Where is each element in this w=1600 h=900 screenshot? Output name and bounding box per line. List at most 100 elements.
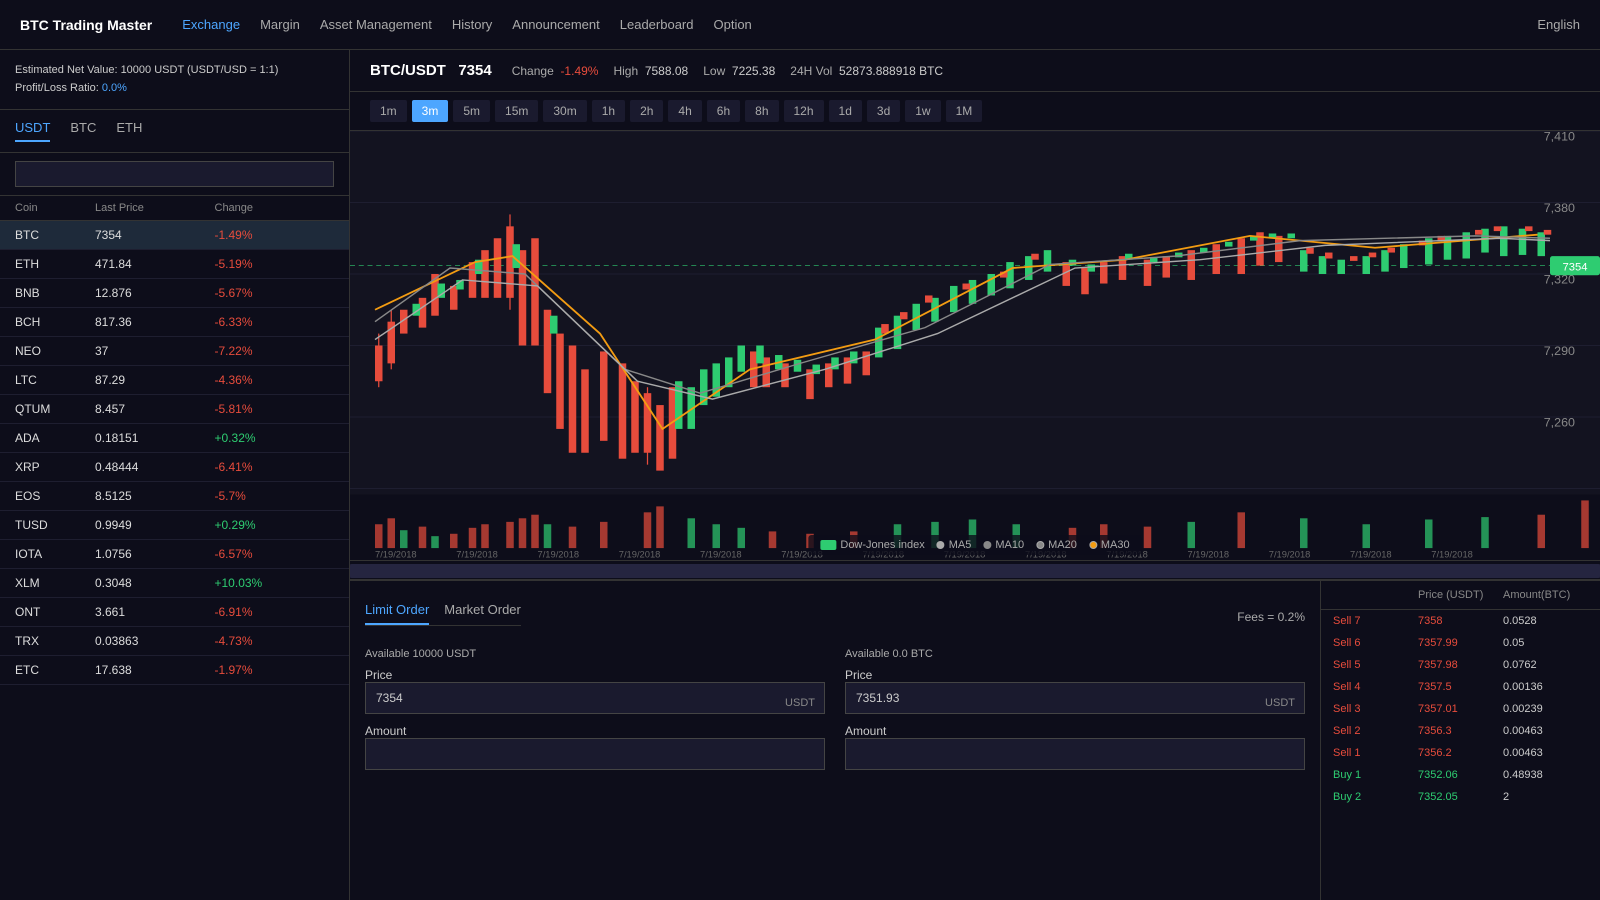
search-bar [0, 153, 349, 196]
tab-eth[interactable]: ETH [116, 120, 142, 142]
coin-price: 1.0756 [95, 547, 215, 561]
sell-label: Sell 2 [1333, 725, 1418, 737]
vol-stat: 24H Vol 52873.888918 BTC [790, 64, 943, 78]
chart-scrollbar[interactable] [350, 560, 1600, 580]
time-30m[interactable]: 30m [543, 100, 586, 122]
nav-margin[interactable]: Margin [260, 17, 300, 32]
coin-row[interactable]: LTC 87.29 -4.36% [0, 366, 349, 395]
sell-amount-wrapper [845, 738, 1305, 780]
brand-logo: BTC Trading Master [20, 17, 152, 33]
ma-legend: Dow-Jones index MA5 MA10 MA20 MA30 [808, 535, 1141, 555]
coin-price: 17.638 [95, 663, 215, 677]
nav-exchange[interactable]: Exchange [182, 17, 240, 32]
ob-sell-row[interactable]: Sell 5 7357.98 0.0762 [1321, 654, 1600, 676]
pl-ratio: Profit/Loss Ratio: 0.0% [15, 80, 334, 98]
svg-text:7/19/2018: 7/19/2018 [619, 550, 661, 560]
coin-change: -7.22% [215, 344, 335, 358]
svg-text:7354: 7354 [1562, 262, 1587, 274]
time-1h[interactable]: 1h [592, 100, 625, 122]
buy-amount-wrapper [365, 738, 825, 780]
coin-row[interactable]: ADA 0.18151 +0.32% [0, 424, 349, 453]
language-selector[interactable]: English [1537, 17, 1580, 32]
sell-label: Sell 5 [1333, 659, 1418, 671]
coin-name: ETC [15, 663, 95, 677]
time-12h[interactable]: 12h [784, 100, 824, 122]
ob-sell-row[interactable]: Sell 1 7356.2 0.00463 [1321, 742, 1600, 764]
time-1M[interactable]: 1M [946, 100, 983, 122]
svg-text:7/19/2018: 7/19/2018 [1350, 550, 1392, 560]
time-1m[interactable]: 1m [370, 100, 407, 122]
time-1w[interactable]: 1w [905, 100, 940, 122]
sell-price-input[interactable] [845, 682, 1305, 714]
ob-sell-row[interactable]: Sell 4 7357.5 0.00136 [1321, 676, 1600, 698]
time-15m[interactable]: 15m [495, 100, 538, 122]
sell-amount-input[interactable] [845, 738, 1305, 770]
ob-sell-row[interactable]: Sell 2 7356.3 0.00463 [1321, 720, 1600, 742]
sell-amount: 0.00463 [1503, 725, 1588, 737]
order-type-tabs: Limit Order Market Order [365, 596, 521, 626]
time-6h[interactable]: 6h [707, 100, 740, 122]
sell-amount-label: Amount [845, 724, 886, 738]
nav-leaderboard[interactable]: Leaderboard [620, 17, 694, 32]
coin-row[interactable]: BTC 7354 -1.49% [0, 221, 349, 250]
coin-row[interactable]: QTUM 8.457 -5.81% [0, 395, 349, 424]
nav-asset[interactable]: Asset Management [320, 17, 432, 32]
ob-buy-row[interactable]: Buy 1 7352.06 0.48938 [1321, 764, 1600, 786]
time-3d[interactable]: 3d [867, 100, 900, 122]
sell-column: Available 0.0 BTC Price USDT Amount [845, 648, 1305, 780]
time-8h[interactable]: 8h [745, 100, 778, 122]
nav-history[interactable]: History [452, 17, 492, 32]
buy-amount-input[interactable] [365, 738, 825, 770]
coin-name: ETH [15, 257, 95, 271]
ob-sell-row[interactable]: Sell 7 7358 0.0528 [1321, 610, 1600, 632]
coin-row[interactable]: NEO 37 -7.22% [0, 337, 349, 366]
coin-row[interactable]: TRX 0.03863 -4.73% [0, 627, 349, 656]
coin-row[interactable]: TUSD 0.9949 +0.29% [0, 511, 349, 540]
coin-row[interactable]: BNB 12.876 -5.67% [0, 279, 349, 308]
time-3m[interactable]: 3m [412, 100, 449, 122]
ob-sell-row[interactable]: Sell 6 7357.99 0.05 [1321, 632, 1600, 654]
svg-text:7/19/2018: 7/19/2018 [700, 550, 742, 560]
coin-price: 37 [95, 344, 215, 358]
time-2h[interactable]: 2h [630, 100, 663, 122]
sell-price-label: Price [845, 668, 872, 682]
time-4h[interactable]: 4h [668, 100, 701, 122]
tab-limit-order[interactable]: Limit Order [365, 596, 429, 625]
ob-sell-row[interactable]: Sell 3 7357.01 0.00239 [1321, 698, 1600, 720]
tab-market-order[interactable]: Market Order [444, 596, 521, 625]
buy-price-input[interactable] [365, 682, 825, 714]
coin-row[interactable]: ONT 3.661 -6.91% [0, 598, 349, 627]
coin-price: 12.876 [95, 286, 215, 300]
sell-price-unit: USDT [1265, 697, 1295, 709]
sell-amount: 0.00136 [1503, 681, 1588, 693]
coin-row[interactable]: EOS 8.5125 -5.7% [0, 482, 349, 511]
buy-label: Buy 1 [1333, 769, 1418, 781]
tab-btc[interactable]: BTC [70, 120, 96, 142]
coin-row[interactable]: IOTA 1.0756 -6.57% [0, 540, 349, 569]
ob-col-type [1333, 589, 1418, 601]
coin-row[interactable]: ETH 471.84 -5.19% [0, 250, 349, 279]
ob-buys: Buy 1 7352.06 0.48938 Buy 2 7352.05 2 [1321, 764, 1600, 808]
coin-row[interactable]: BCH 817.36 -6.33% [0, 308, 349, 337]
buy-price-label: Price [365, 668, 392, 682]
ob-buy-row[interactable]: Buy 2 7352.05 2 [1321, 786, 1600, 808]
ob-col-price: Price (USDT) [1418, 589, 1503, 601]
nav-announcement[interactable]: Announcement [512, 17, 599, 32]
coin-row[interactable]: ETC 17.638 -1.97% [0, 656, 349, 685]
col-price: Last Price [95, 202, 215, 214]
time-5m[interactable]: 5m [453, 100, 490, 122]
coin-name: TUSD [15, 518, 95, 532]
ma20-dot [1036, 541, 1044, 549]
tab-usdt[interactable]: USDT [15, 120, 50, 142]
buy-price-unit: USDT [785, 697, 815, 709]
coin-row[interactable]: XRP 0.48444 -6.41% [0, 453, 349, 482]
search-input[interactable] [15, 161, 334, 187]
svg-text:7/19/2018: 7/19/2018 [1431, 550, 1473, 560]
coin-row[interactable]: XLM 0.3048 +10.03% [0, 569, 349, 598]
time-1d[interactable]: 1d [829, 100, 862, 122]
coin-rows-container: BTC 7354 -1.49% ETH 471.84 -5.19% BNB 12… [0, 221, 349, 685]
coin-price: 0.03863 [95, 634, 215, 648]
svg-text:7,260: 7,260 [1544, 416, 1575, 430]
nav-option[interactable]: Option [713, 17, 751, 32]
coin-change: -6.33% [215, 315, 335, 329]
